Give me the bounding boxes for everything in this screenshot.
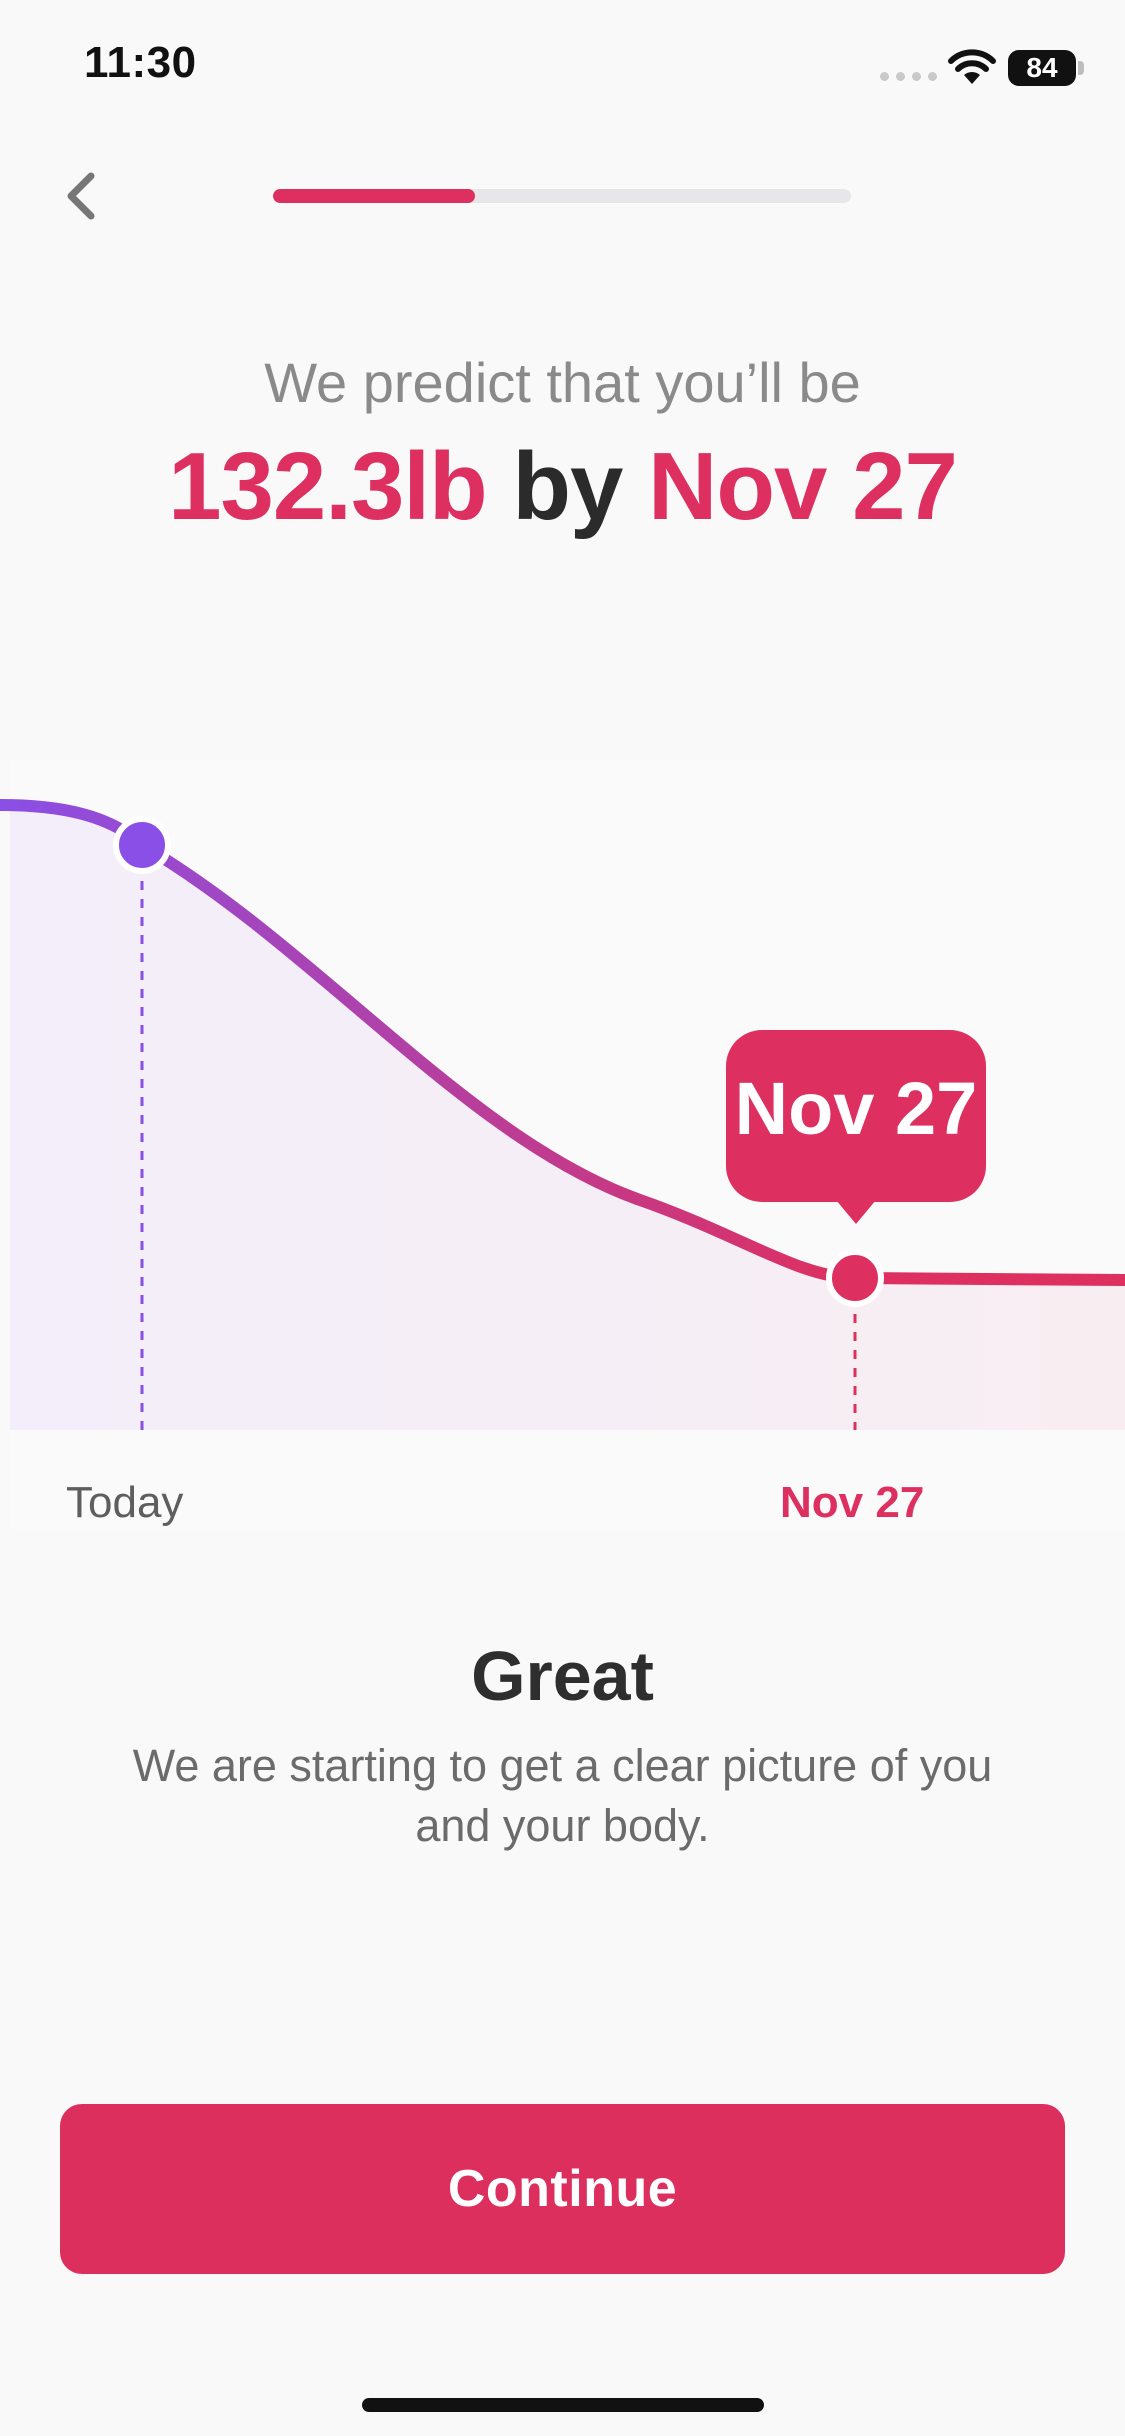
message-title: Great xyxy=(471,1637,654,1715)
goal-point xyxy=(826,1249,884,1307)
headline-prediction: 132.3lb by Nov 27 xyxy=(0,432,1125,542)
cellular-signal-icon xyxy=(880,72,937,81)
battery-icon: 84 xyxy=(1008,50,1076,86)
x-axis-label-today: Today xyxy=(66,1478,184,1527)
x-axis-label-goal-date: Nov 27 xyxy=(780,1478,925,1527)
goal-callout: Nov 27 xyxy=(726,1030,986,1224)
continue-button[interactable]: Continue xyxy=(60,2104,1065,2274)
headline-prefix: We predict that you’ll be xyxy=(264,351,861,414)
today-point xyxy=(113,816,171,874)
message-body: We are starting to get a clear picture o… xyxy=(132,1740,993,1851)
predicted-date: Nov 27 xyxy=(648,433,958,540)
predicted-weight: 132.3lb xyxy=(168,433,488,540)
weight-prediction-chart: Nov 27 xyxy=(0,760,1125,1530)
chevron-left-icon xyxy=(67,172,95,220)
callout-label: Nov 27 xyxy=(735,1067,978,1150)
wifi-icon xyxy=(948,49,996,84)
progress-bar xyxy=(273,189,851,203)
battery-level: 84 xyxy=(1026,52,1058,83)
home-indicator xyxy=(362,2398,764,2412)
headline-connector: by xyxy=(512,433,623,540)
status-time: 11:30 xyxy=(84,38,197,87)
back-button[interactable] xyxy=(55,164,109,228)
progress-fill xyxy=(273,189,476,203)
battery-nub xyxy=(1078,61,1084,75)
